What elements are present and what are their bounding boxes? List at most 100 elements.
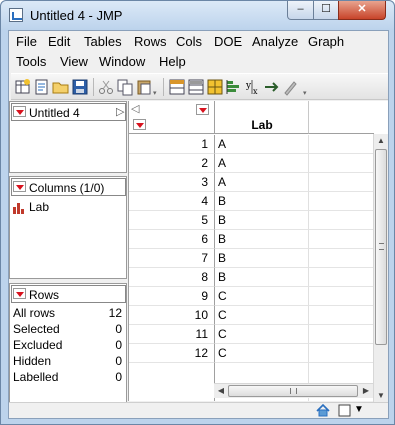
menu-bar: File Edit Tables Rows Cols DOE Analyze G… bbox=[9, 31, 388, 73]
cell-empty[interactable] bbox=[309, 344, 374, 363]
toolbar-overflow-icon[interactable]: ▾ bbox=[153, 89, 161, 98]
row-header-filler bbox=[129, 363, 215, 401]
open-icon[interactable] bbox=[52, 78, 70, 96]
distribution-icon[interactable] bbox=[225, 78, 243, 96]
columns-panel-header[interactable]: Columns (1/0) bbox=[11, 178, 126, 196]
row-number[interactable]: 9 bbox=[129, 287, 215, 306]
save-icon[interactable] bbox=[71, 78, 89, 96]
new-data-table-icon[interactable] bbox=[14, 78, 32, 96]
cell-empty[interactable] bbox=[309, 287, 374, 306]
cell-empty[interactable] bbox=[309, 230, 374, 249]
cell-empty[interactable] bbox=[309, 306, 374, 325]
cell-lab[interactable]: B bbox=[215, 192, 309, 211]
menu-rows[interactable]: Rows bbox=[134, 34, 167, 49]
columns-title: Columns (1/0) bbox=[29, 181, 105, 195]
rows-panel-header[interactable]: Rows bbox=[11, 285, 126, 303]
menu-cols[interactable]: Cols bbox=[176, 34, 202, 49]
row-number[interactable]: 7 bbox=[129, 249, 215, 268]
rows-red-triangle-icon[interactable] bbox=[13, 288, 26, 299]
menu-file[interactable]: File bbox=[16, 34, 37, 49]
cell-lab[interactable]: C bbox=[215, 325, 309, 344]
menu-tools[interactable]: Tools bbox=[16, 54, 46, 69]
cell-lab[interactable]: B bbox=[215, 268, 309, 287]
scroll-down-icon[interactable]: ▼ bbox=[374, 389, 388, 403]
table-panel-header[interactable]: Untitled 4 ▷ bbox=[11, 103, 126, 121]
cell-empty[interactable] bbox=[309, 154, 374, 173]
row-number[interactable]: 2 bbox=[129, 154, 215, 173]
row-number[interactable]: 10 bbox=[129, 306, 215, 325]
new-script-icon[interactable] bbox=[33, 78, 51, 96]
home-icon[interactable] bbox=[316, 404, 330, 417]
menu-graph[interactable]: Graph bbox=[308, 34, 344, 49]
row-number[interactable]: 4 bbox=[129, 192, 215, 211]
horizontal-scrollbar[interactable]: ◀ ▶ bbox=[214, 383, 373, 398]
menu-help[interactable]: Help bbox=[159, 54, 186, 69]
column-header-empty[interactable] bbox=[309, 101, 374, 134]
graph-builder-icon[interactable] bbox=[187, 78, 205, 96]
collapse-left-icon[interactable]: ◁ bbox=[131, 102, 139, 115]
scroll-up-icon[interactable]: ▲ bbox=[374, 134, 388, 148]
fit-y-by-x-icon[interactable]: yx bbox=[244, 78, 262, 96]
row-number[interactable]: 3 bbox=[129, 173, 215, 192]
paste-icon[interactable] bbox=[135, 78, 153, 96]
scroll-right-icon[interactable]: ▶ bbox=[359, 384, 373, 398]
dropdown-icon[interactable]: ▼ bbox=[354, 404, 364, 415]
table-red-triangle-icon[interactable] bbox=[13, 106, 26, 117]
menu-analyze[interactable]: Analyze bbox=[252, 34, 298, 49]
row-number[interactable]: 5 bbox=[129, 211, 215, 230]
row-number[interactable]: 12 bbox=[129, 344, 215, 363]
toolbar-overflow-icon-2[interactable]: ▾ bbox=[303, 89, 311, 98]
vertical-scroll-thumb[interactable] bbox=[375, 149, 387, 345]
scroll-left-icon[interactable]: ◀ bbox=[214, 384, 228, 398]
title-bar[interactable]: Untitled 4 - JMP – ☐ ✕ bbox=[1, 1, 394, 30]
cell-empty[interactable] bbox=[309, 173, 374, 192]
cell-lab[interactable]: C bbox=[215, 306, 309, 325]
cell-empty[interactable] bbox=[309, 135, 374, 154]
menu-doe[interactable]: DOE bbox=[214, 34, 242, 49]
maximize-button[interactable]: ☐ bbox=[313, 1, 339, 20]
column-red-triangle-icon[interactable] bbox=[196, 104, 209, 115]
cell-lab[interactable]: B bbox=[215, 230, 309, 249]
rows-selected-value: 0 bbox=[115, 322, 122, 336]
copy-icon[interactable] bbox=[116, 78, 134, 96]
menu-edit[interactable]: Edit bbox=[48, 34, 70, 49]
script-editor-icon[interactable] bbox=[282, 78, 300, 96]
expand-right-icon[interactable]: ▷ bbox=[116, 105, 124, 118]
horizontal-scroll-thumb[interactable] bbox=[228, 385, 358, 397]
row-number[interactable]: 11 bbox=[129, 325, 215, 344]
cell-empty[interactable] bbox=[309, 268, 374, 287]
close-button[interactable]: ✕ bbox=[338, 1, 386, 20]
data-table-list-icon[interactable] bbox=[168, 78, 186, 96]
table-icon[interactable] bbox=[206, 78, 224, 96]
row-number[interactable]: 1 bbox=[129, 135, 215, 154]
cell-lab[interactable]: A bbox=[215, 154, 309, 173]
cell-empty[interactable] bbox=[309, 325, 374, 344]
column-header-lab[interactable]: Lab bbox=[215, 101, 309, 134]
cell-empty[interactable] bbox=[309, 249, 374, 268]
vertical-scrollbar[interactable]: ▲ ▼ bbox=[373, 134, 388, 404]
rows-all-label: All rows bbox=[13, 306, 56, 320]
cell-lab[interactable]: A bbox=[215, 135, 309, 154]
cell-lab[interactable]: B bbox=[215, 211, 309, 230]
cell-lab[interactable]: A bbox=[215, 173, 309, 192]
row-number[interactable]: 6 bbox=[129, 230, 215, 249]
menu-tables[interactable]: Tables bbox=[84, 34, 122, 49]
row-number[interactable]: 8 bbox=[129, 268, 215, 287]
columns-red-triangle-icon[interactable] bbox=[13, 181, 26, 192]
cell-empty[interactable] bbox=[309, 192, 374, 211]
cell-lab[interactable]: B bbox=[215, 249, 309, 268]
minimize-button[interactable]: – bbox=[287, 1, 314, 20]
fit-model-icon[interactable] bbox=[263, 78, 281, 96]
menu-view[interactable]: View bbox=[60, 54, 88, 69]
cell-lab[interactable]: C bbox=[215, 287, 309, 306]
grid-corner[interactable]: ◁ bbox=[129, 101, 215, 134]
cut-icon[interactable] bbox=[97, 78, 115, 96]
cell-empty[interactable] bbox=[309, 211, 374, 230]
row-red-triangle-icon[interactable] bbox=[133, 119, 146, 130]
rows-all-value: 12 bbox=[108, 306, 122, 320]
cell-lab[interactable]: C bbox=[215, 344, 309, 363]
menu-window[interactable]: Window bbox=[99, 54, 145, 69]
window-list-icon[interactable] bbox=[338, 404, 352, 417]
jmp-app-icon[interactable] bbox=[9, 8, 23, 22]
column-item-lab[interactable]: Lab bbox=[13, 200, 123, 216]
